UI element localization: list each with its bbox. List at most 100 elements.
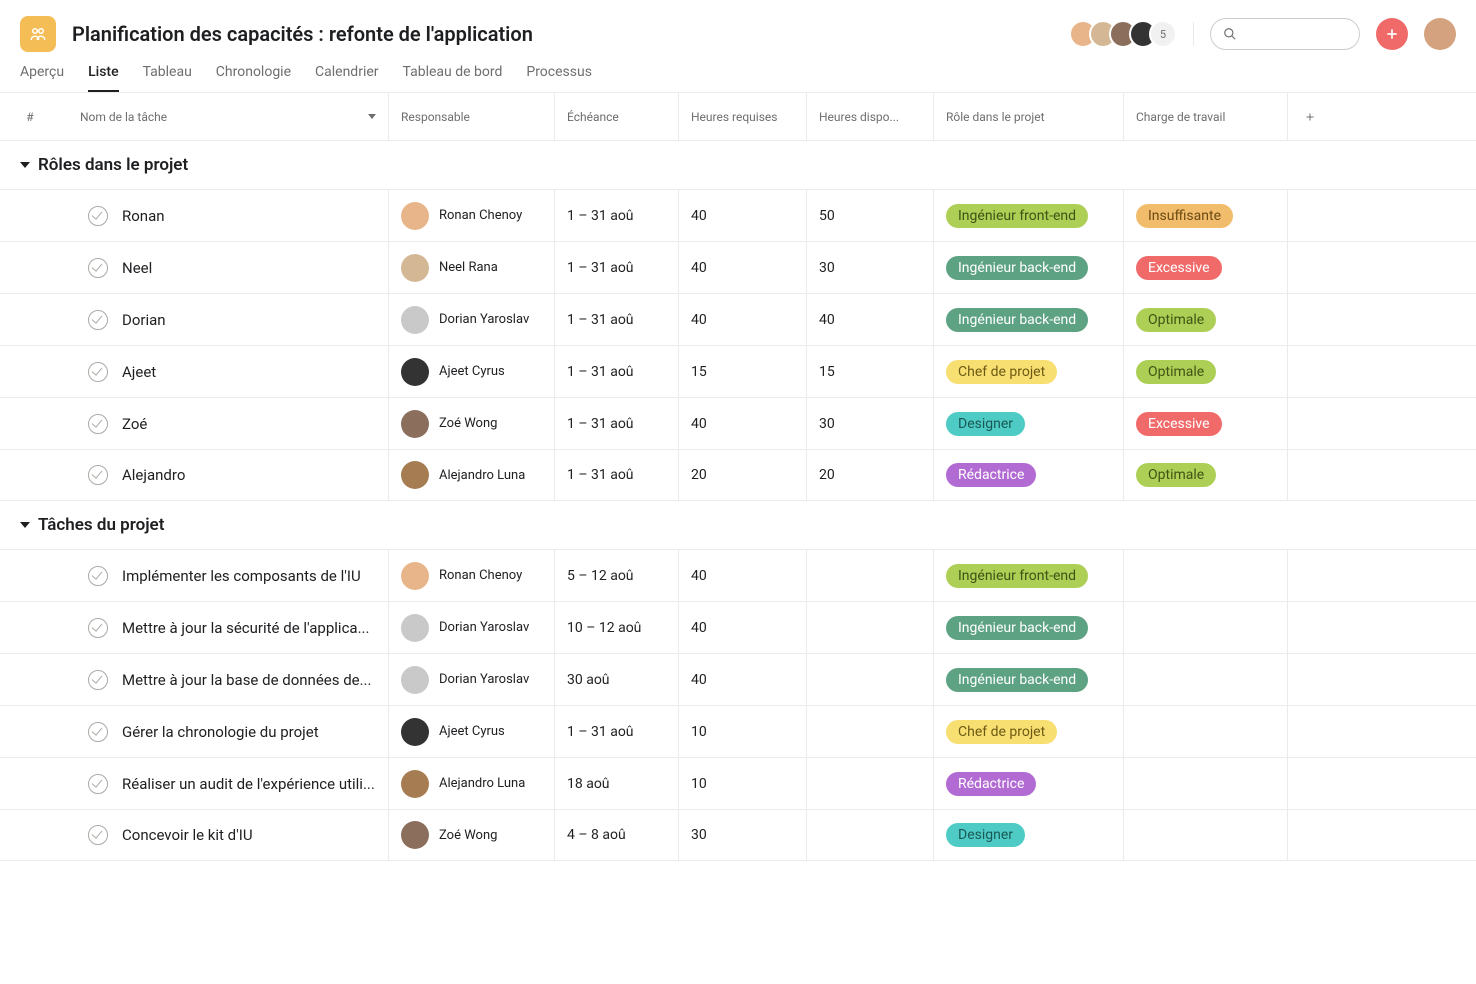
role-pill[interactable]: Ingénieur back-end <box>946 616 1088 640</box>
section-roles[interactable]: Rôles dans le projet <box>0 141 1476 189</box>
role-pill[interactable]: Designer <box>946 412 1025 436</box>
complete-checkbox[interactable] <box>88 618 108 638</box>
table-row[interactable]: Concevoir le kit d'IU Zoé Wong 4 – 8 aoû… <box>0 809 1476 861</box>
col-role[interactable]: Rôle dans le projet <box>933 93 1123 140</box>
task-name[interactable]: Alejandro <box>122 466 185 484</box>
avatar <box>401 770 429 798</box>
charge-pill[interactable]: Excessive <box>1136 256 1222 280</box>
section-toggle-icon[interactable] <box>20 522 30 528</box>
user-avatar[interactable] <box>1424 18 1456 50</box>
table-row[interactable]: Gérer la chronologie du projet Ajeet Cyr… <box>0 705 1476 757</box>
task-name[interactable]: Dorian <box>122 311 166 329</box>
tab-calendrier[interactable]: Calendrier <box>315 64 379 92</box>
avatar-more-count[interactable]: 5 <box>1149 20 1177 48</box>
role-pill[interactable]: Ingénieur front-end <box>946 564 1088 588</box>
col-charge[interactable]: Charge de travail <box>1123 93 1287 140</box>
role-pill[interactable]: Ingénieur front-end <box>946 204 1088 228</box>
search-input[interactable] <box>1243 27 1347 42</box>
responsable-name: Ajeet Cyrus <box>439 364 505 379</box>
avatar <box>401 562 429 590</box>
complete-checkbox[interactable] <box>88 465 108 485</box>
section-title: Rôles dans le projet <box>38 155 188 175</box>
col-echeance[interactable]: Échéance <box>554 93 678 140</box>
echeance-value: 5 – 12 aoû <box>567 568 634 584</box>
role-pill[interactable]: Ingénieur back-end <box>946 308 1088 332</box>
responsable-name: Ajeet Cyrus <box>439 724 505 739</box>
table-row[interactable]: Zoé Zoé Wong 1 – 31 aoû 40 30 Designer E… <box>0 397 1476 449</box>
task-name[interactable]: Réaliser un audit de l'expérience utili.… <box>122 775 375 793</box>
charge-pill[interactable]: Optimale <box>1136 463 1216 487</box>
tab-processus[interactable]: Processus <box>526 64 592 92</box>
task-name[interactable]: Zoé <box>122 415 147 433</box>
table-row[interactable]: Mettre à jour la base de données de... D… <box>0 653 1476 705</box>
complete-checkbox[interactable] <box>88 774 108 794</box>
heures-dispo-value: 30 <box>819 416 835 432</box>
table-row[interactable]: Dorian Dorian Yaroslav 1 – 31 aoû 40 40 … <box>0 293 1476 345</box>
table-row[interactable]: Alejandro Alejandro Luna 1 – 31 aoû 20 2… <box>0 449 1476 501</box>
tab-chronologie[interactable]: Chronologie <box>216 64 291 92</box>
tab-apercu[interactable]: Aperçu <box>20 64 64 92</box>
task-name[interactable]: Gérer la chronologie du projet <box>122 723 319 741</box>
charge-pill[interactable]: Optimale <box>1136 308 1216 332</box>
heures-requises-value: 15 <box>691 364 707 380</box>
col-heures-dispo[interactable]: Heures dispo... <box>806 93 933 140</box>
table-row[interactable]: Neel Neel Rana 1 – 31 aoû 40 30 Ingénieu… <box>0 241 1476 293</box>
complete-checkbox[interactable] <box>88 414 108 434</box>
chevron-down-icon[interactable] <box>368 114 376 119</box>
charge-pill[interactable]: Insuffisante <box>1136 204 1233 228</box>
search-box[interactable] <box>1210 18 1360 50</box>
add-column[interactable] <box>1287 93 1476 140</box>
complete-checkbox[interactable] <box>88 206 108 226</box>
tab-tableau-bord[interactable]: Tableau de bord <box>403 64 503 92</box>
task-name[interactable]: Mettre à jour la sécurité de l'applica..… <box>122 619 369 637</box>
table-row[interactable]: Ronan Ronan Chenoy 1 – 31 aoû 40 50 Ingé… <box>0 189 1476 241</box>
divider <box>1193 22 1194 46</box>
complete-checkbox[interactable] <box>88 825 108 845</box>
role-pill[interactable]: Ingénieur back-end <box>946 256 1088 280</box>
role-pill[interactable]: Rédactrice <box>946 463 1036 487</box>
complete-checkbox[interactable] <box>88 362 108 382</box>
col-responsable[interactable]: Responsable <box>388 93 554 140</box>
project-icon[interactable] <box>20 16 56 52</box>
echeance-value: 1 – 31 aoû <box>567 416 634 432</box>
complete-checkbox[interactable] <box>88 566 108 586</box>
task-name[interactable]: Mettre à jour la base de données de... <box>122 671 371 689</box>
table-row[interactable]: Ajeet Ajeet Cyrus 1 – 31 aoû 15 15 Chef … <box>0 345 1476 397</box>
role-pill[interactable]: Rédactrice <box>946 772 1036 796</box>
col-name[interactable]: Nom de la tâche <box>40 110 388 124</box>
table-row[interactable]: Implémenter les composants de l'IU Ronan… <box>0 549 1476 601</box>
echeance-value: 30 aoû <box>567 672 610 688</box>
charge-pill[interactable]: Optimale <box>1136 360 1216 384</box>
responsable-name: Alejandro Luna <box>439 776 525 791</box>
tab-liste[interactable]: Liste <box>88 64 119 92</box>
responsable-name: Neel Rana <box>439 260 498 275</box>
add-button[interactable] <box>1376 18 1408 50</box>
task-name[interactable]: Ajeet <box>122 363 156 381</box>
complete-checkbox[interactable] <box>88 258 108 278</box>
project-title[interactable]: Planification des capacités : refonte de… <box>72 22 1077 46</box>
complete-checkbox[interactable] <box>88 670 108 690</box>
col-heures-requises[interactable]: Heures requises <box>678 93 806 140</box>
tab-tableau[interactable]: Tableau <box>143 64 192 92</box>
table-header: # Nom de la tâche Responsable Échéance H… <box>0 93 1476 141</box>
table-row[interactable]: Mettre à jour la sécurité de l'applica..… <box>0 601 1476 653</box>
avatar <box>401 306 429 334</box>
table-row[interactable]: Réaliser un audit de l'expérience utili.… <box>0 757 1476 809</box>
task-name[interactable]: Neel <box>122 259 152 277</box>
role-pill[interactable]: Chef de projet <box>946 360 1057 384</box>
member-avatars[interactable]: 5 <box>1077 20 1177 48</box>
role-pill[interactable]: Chef de projet <box>946 720 1057 744</box>
role-pill[interactable]: Designer <box>946 823 1025 847</box>
section-toggle-icon[interactable] <box>20 162 30 168</box>
task-name[interactable]: Implémenter les composants de l'IU <box>122 567 361 585</box>
role-pill[interactable]: Ingénieur back-end <box>946 668 1088 692</box>
charge-pill[interactable]: Excessive <box>1136 412 1222 436</box>
heures-dispo-value: 15 <box>819 364 835 380</box>
complete-checkbox[interactable] <box>88 722 108 742</box>
task-name[interactable]: Concevoir le kit d'IU <box>122 826 253 844</box>
task-name[interactable]: Ronan <box>122 207 165 225</box>
heures-dispo-value: 50 <box>819 208 835 224</box>
section-taches[interactable]: Tâches du projet <box>0 501 1476 549</box>
complete-checkbox[interactable] <box>88 310 108 330</box>
heures-requises-value: 40 <box>691 416 707 432</box>
